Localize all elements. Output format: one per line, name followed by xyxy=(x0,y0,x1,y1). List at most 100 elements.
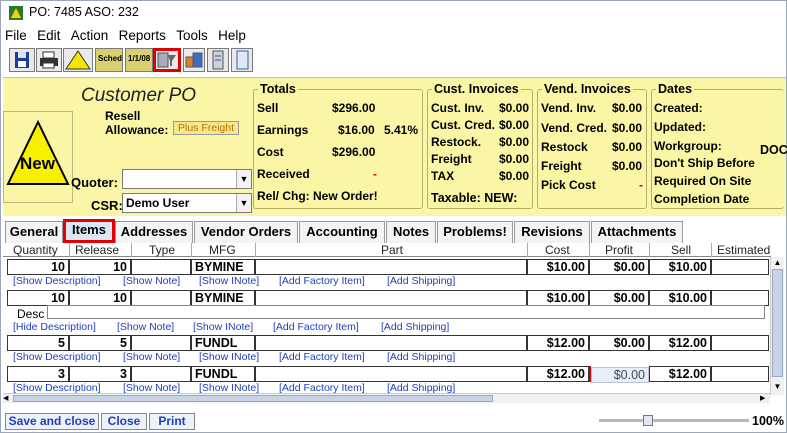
row2-estimated[interactable] xyxy=(711,290,769,306)
menu-help[interactable]: Help xyxy=(218,28,246,43)
row2-hide-description-link[interactable]: [Hide Description] xyxy=(13,321,96,333)
col-mfg[interactable]: MFG xyxy=(209,243,236,257)
row3-show-description-link[interactable]: [Show Description] xyxy=(13,351,101,363)
row2-quantity[interactable]: 10 xyxy=(7,290,69,306)
row1-estimated[interactable] xyxy=(711,259,769,275)
row2-show-note-link[interactable]: [Show Note] xyxy=(117,321,174,333)
row1-show-description-link[interactable]: [Show Description] xyxy=(13,275,101,287)
menu-tools[interactable]: Tools xyxy=(176,28,208,43)
tab-accounting[interactable]: Accounting xyxy=(299,221,385,243)
scroll-left-arrow-icon[interactable]: ◀ xyxy=(3,394,13,403)
row2-show-inote-link[interactable]: [Show INote] xyxy=(193,321,253,333)
row2-part[interactable] xyxy=(255,290,527,306)
row3-cost[interactable]: $12.00 xyxy=(527,335,589,351)
row3-quantity[interactable]: 5 xyxy=(7,335,69,351)
row1-show-inote-link[interactable]: [Show INote] xyxy=(199,275,259,287)
row1-type[interactable] xyxy=(131,259,191,275)
row3-part[interactable] xyxy=(255,335,527,351)
row2-sell[interactable]: $10.00 xyxy=(649,290,711,306)
menu-file[interactable]: File xyxy=(5,28,27,43)
row4-estimated[interactable] xyxy=(711,366,769,382)
vertical-scrollbar[interactable]: ▲ ▼ xyxy=(770,257,784,395)
print-toolbar-button[interactable] xyxy=(36,48,62,72)
sched-toolbar-button[interactable]: Sched xyxy=(95,48,123,72)
alert-toolbar-button[interactable] xyxy=(63,48,93,72)
boxes-toolbar-button[interactable] xyxy=(183,48,205,72)
row1-sell[interactable]: $10.00 xyxy=(649,259,711,275)
scroll-up-arrow-icon[interactable]: ▲ xyxy=(771,257,784,269)
csr-select[interactable]: Demo User ▼ xyxy=(122,193,252,213)
row2-profit[interactable]: $0.00 xyxy=(589,290,649,306)
chevron-down-icon[interactable]: ▼ xyxy=(236,194,251,212)
server-toolbar-button[interactable] xyxy=(207,48,229,72)
row1-add-factory-item-link[interactable]: [Add Factory Item] xyxy=(279,275,365,287)
row1-show-note-link[interactable]: [Show Note] xyxy=(123,275,180,287)
scroll-right-arrow-icon[interactable]: ▶ xyxy=(760,394,770,403)
zoom-slider-thumb[interactable] xyxy=(643,415,653,426)
row4-sell[interactable]: $12.00 xyxy=(649,366,711,382)
tab-notes[interactable]: Notes xyxy=(386,221,436,243)
row3-add-factory-item-link[interactable]: [Add Factory Item] xyxy=(279,351,365,363)
close-button[interactable]: Close xyxy=(101,413,147,430)
row4-mfg[interactable]: FUNDL xyxy=(191,366,255,382)
row4-release[interactable]: 3 xyxy=(69,366,131,382)
col-estimated[interactable]: Estimated xyxy=(717,243,770,257)
row2-release[interactable]: 10 xyxy=(69,290,131,306)
row4-type[interactable] xyxy=(131,366,191,382)
tab-general[interactable]: General xyxy=(5,221,63,243)
chevron-down-icon[interactable]: ▼ xyxy=(236,170,251,188)
row2-add-shipping-link[interactable]: [Add Shipping] xyxy=(381,321,449,333)
row2-type[interactable] xyxy=(131,290,191,306)
col-release[interactable]: Release xyxy=(75,243,119,257)
col-profit[interactable]: Profit xyxy=(605,243,633,257)
row1-mfg[interactable]: BYMINE xyxy=(191,259,255,275)
row3-estimated[interactable] xyxy=(711,335,769,351)
menu-reports[interactable]: Reports xyxy=(119,28,166,43)
tab-addresses[interactable]: Addresses xyxy=(115,221,193,243)
row3-mfg[interactable]: FUNDL xyxy=(191,335,255,351)
print-button[interactable]: Print xyxy=(149,413,195,430)
horizontal-scrollbar[interactable]: ◀ ▶ xyxy=(3,393,770,403)
row1-add-shipping-link[interactable]: [Add Shipping] xyxy=(387,275,455,287)
zoom-slider[interactable] xyxy=(599,415,749,426)
col-cost[interactable]: Cost xyxy=(545,243,570,257)
row4-profit[interactable]: $0.00 xyxy=(591,367,649,383)
row2-cost[interactable]: $10.00 xyxy=(527,290,589,306)
scroll-down-arrow-icon[interactable]: ▼ xyxy=(771,381,784,393)
menu-edit[interactable]: Edit xyxy=(37,28,60,43)
items-filter-toolbar-button[interactable] xyxy=(153,48,181,72)
plus-freight-button[interactable]: Plus Freight xyxy=(173,121,239,135)
tab-items[interactable]: Items xyxy=(63,219,115,243)
row2-add-factory-item-link[interactable]: [Add Factory Item] xyxy=(273,321,359,333)
quoter-select[interactable]: ▼ xyxy=(122,169,252,189)
row4-quantity[interactable]: 3 xyxy=(7,366,69,382)
col-sell[interactable]: Sell xyxy=(671,243,691,257)
col-quantity[interactable]: Quantity xyxy=(13,243,58,257)
row1-release[interactable]: 10 xyxy=(69,259,131,275)
menu-action[interactable]: Action xyxy=(71,28,109,43)
tab-vendor-orders[interactable]: Vendor Orders xyxy=(194,221,298,243)
row3-sell[interactable]: $12.00 xyxy=(649,335,711,351)
save-toolbar-button[interactable] xyxy=(9,48,35,72)
row4-cost[interactable]: $12.00 xyxy=(527,366,589,382)
tab-attachments[interactable]: Attachments xyxy=(591,221,683,243)
row1-profit[interactable]: $0.00 xyxy=(589,259,649,275)
col-part[interactable]: Part xyxy=(381,243,403,257)
tab-problems[interactable]: Problems! xyxy=(437,221,513,243)
col-type[interactable]: Type xyxy=(149,243,175,257)
row3-profit[interactable]: $0.00 xyxy=(589,335,649,351)
tab-revisions[interactable]: Revisions xyxy=(514,221,590,243)
row2-mfg[interactable]: BYMINE xyxy=(191,290,255,306)
calendar-toolbar-button[interactable]: 1/1/08 xyxy=(125,48,153,72)
row1-cost[interactable]: $10.00 xyxy=(527,259,589,275)
row1-quantity[interactable]: 10 xyxy=(7,259,69,275)
row3-release[interactable]: 5 xyxy=(69,335,131,351)
row3-show-inote-link[interactable]: [Show INote] xyxy=(199,351,259,363)
h-scroll-thumb[interactable] xyxy=(13,395,493,402)
row3-type[interactable] xyxy=(131,335,191,351)
save-and-close-button[interactable]: Save and close xyxy=(5,413,99,430)
row4-part[interactable] xyxy=(255,366,527,382)
row3-show-note-link[interactable]: [Show Note] xyxy=(123,351,180,363)
row3-add-shipping-link[interactable]: [Add Shipping] xyxy=(387,351,455,363)
document-toolbar-button[interactable] xyxy=(231,48,253,72)
